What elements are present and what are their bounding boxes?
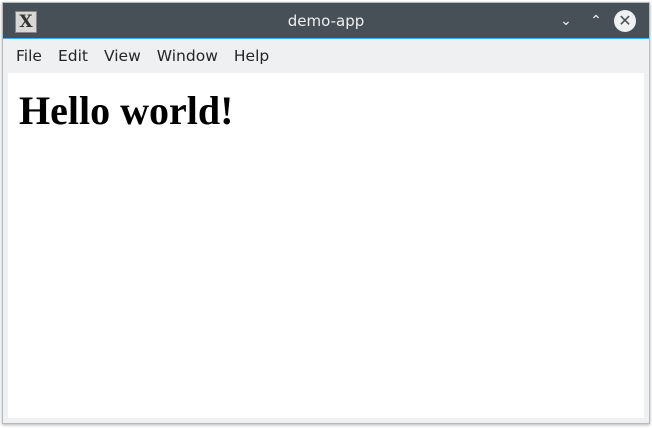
window-title: demo-app — [287, 12, 365, 30]
maximize-button[interactable]: ⌃ — [585, 10, 607, 32]
app-window: X demo-app ⌄ ⌃ ✕ File Edit View Window H… — [2, 2, 650, 424]
menu-file[interactable]: File — [8, 47, 50, 65]
menu-view[interactable]: View — [96, 47, 149, 65]
menu-edit[interactable]: Edit — [50, 47, 96, 65]
menu-window[interactable]: Window — [149, 47, 226, 65]
minimize-button[interactable]: ⌄ — [555, 10, 577, 32]
close-button[interactable]: ✕ — [614, 10, 636, 32]
menu-help[interactable]: Help — [226, 47, 277, 65]
title-bar[interactable]: X demo-app ⌄ ⌃ ✕ — [3, 3, 649, 39]
menu-bar: File Edit View Window Help — [3, 39, 649, 73]
content-area: Hello world! — [8, 73, 644, 418]
page-heading: Hello world! — [19, 88, 234, 133]
